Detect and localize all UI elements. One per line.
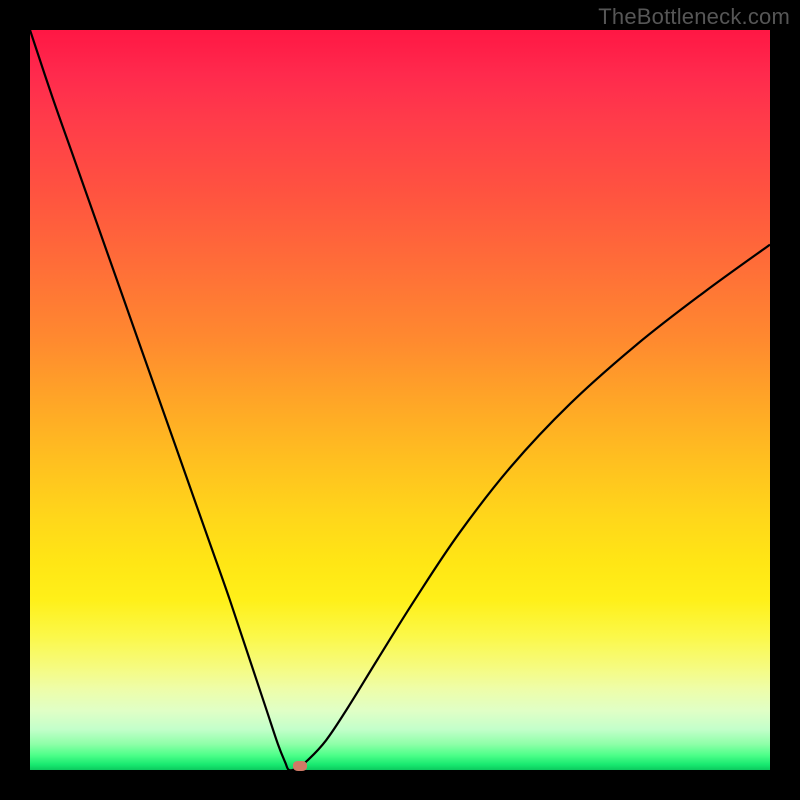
- plot-area: [30, 30, 770, 770]
- bottleneck-curve: [30, 30, 770, 770]
- curve-svg: [30, 30, 770, 770]
- minimum-marker-icon: [293, 761, 307, 771]
- watermark-text: TheBottleneck.com: [598, 4, 790, 30]
- chart-frame: TheBottleneck.com: [0, 0, 800, 800]
